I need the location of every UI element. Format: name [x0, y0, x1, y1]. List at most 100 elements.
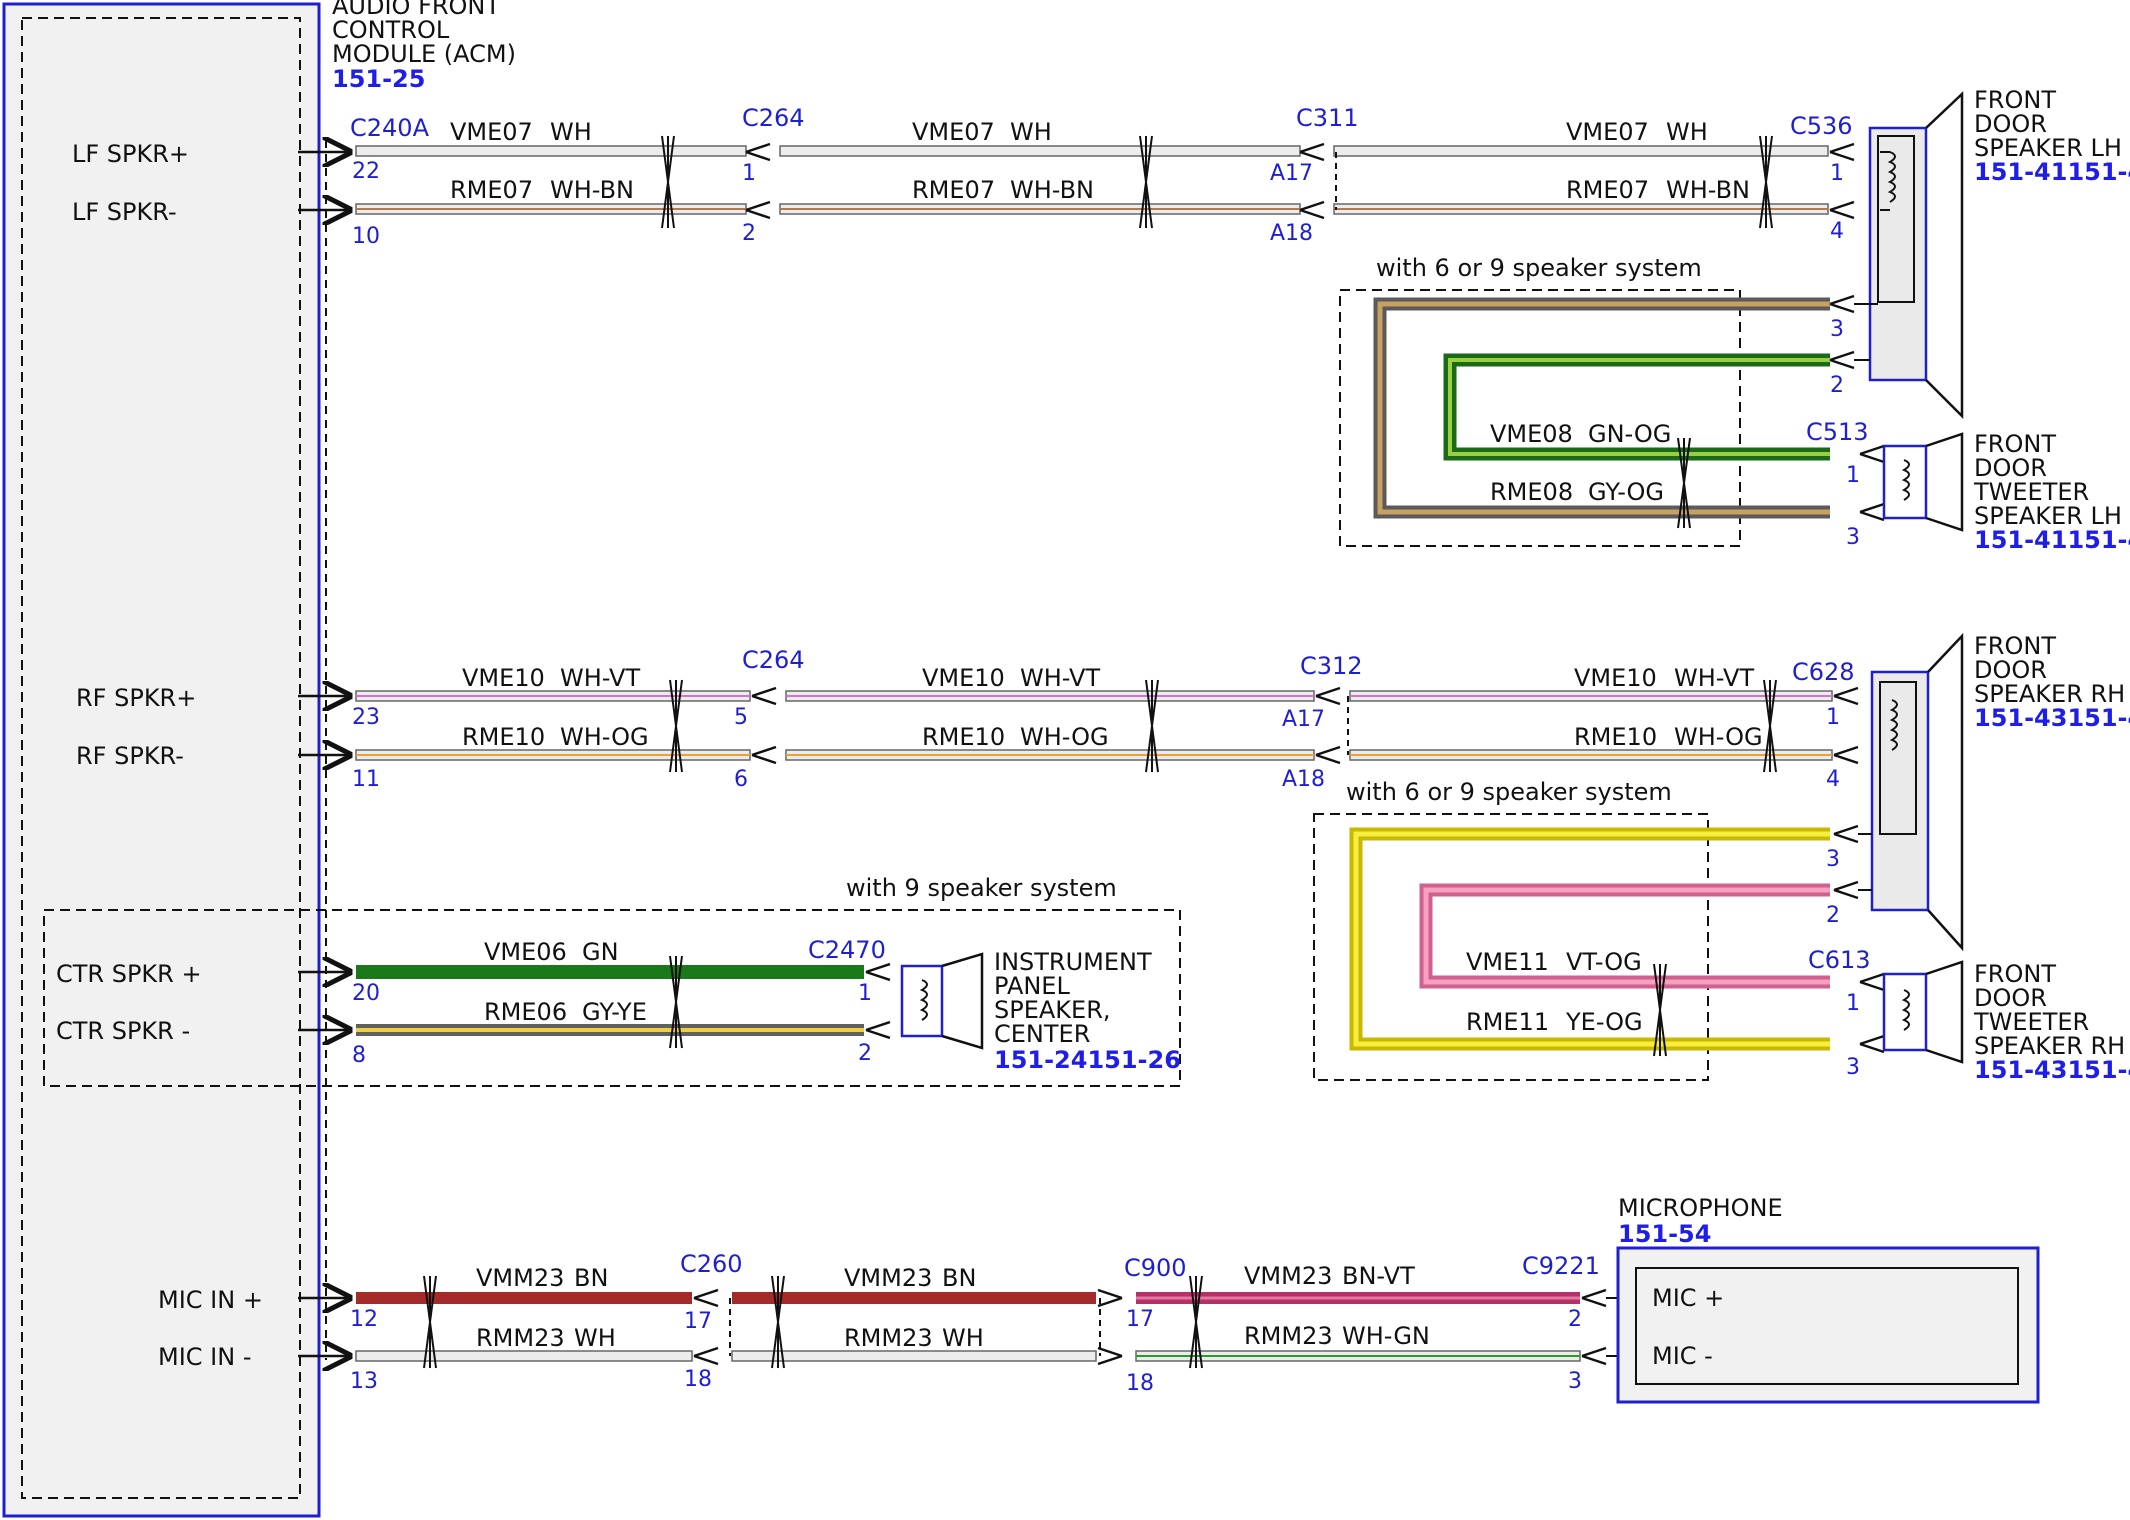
pin-2-rh-spk: 2 [1826, 903, 1840, 928]
conn-c628: C628 [1792, 658, 1855, 686]
wire-whbn-2: WH-BN [1010, 176, 1094, 204]
pin-1-c264: 1 [742, 161, 756, 186]
pin-4-c628: 4 [1826, 767, 1840, 792]
wire-vmm23-2: VMM23 [844, 1264, 932, 1292]
ctr-circuit: 20 8 VME06 GN RME06 GY-YE C2470 1 2 INST… [298, 936, 1181, 1074]
conn-c2470: C2470 [808, 936, 886, 964]
wire-bn-1: BN [574, 1264, 608, 1292]
mic-circuit: 12 13 C260 17 18 C900 17 18 VMM23 BN RMM… [298, 1194, 2040, 1404]
center-ref: 151-24151-26 [994, 1046, 1181, 1074]
conn-c513: C513 [1806, 418, 1869, 446]
pin-18-c260: 18 [684, 1367, 712, 1392]
microphone-ref: 151-54 [1618, 1220, 1711, 1248]
rh-speaker-ref: 151-43151-44 [1974, 704, 2130, 732]
conn-c312: C312 [1300, 652, 1363, 680]
wire-rme10-3: RME10 [1574, 723, 1657, 751]
six-or-nine-note-lh: with 6 or 9 speaker system [1376, 254, 1702, 282]
wire-whgn: WH-GN [1342, 1322, 1430, 1350]
module-title-3: MODULE (ACM) [332, 40, 516, 68]
microphone-title: MICROPHONE [1618, 1194, 1783, 1222]
pin-4-c536: 4 [1830, 219, 1844, 244]
pin-a17-c312: A17 [1282, 707, 1325, 732]
wire-wh-1: WH [550, 118, 592, 146]
pin-13: 13 [350, 1369, 378, 1394]
pin-10: 10 [352, 224, 380, 249]
lh-tweeter-ref: 151-41151-42 [1974, 526, 2130, 554]
pin-3-lh-spk: 3 [1830, 317, 1844, 342]
wire-whog-3: WH-OG [1674, 723, 1763, 751]
wiring-diagram: AUDIO FRONT CONTROL MODULE (ACM) 151-25 … [2, 0, 2130, 1518]
wire-wh-3: WH [1666, 118, 1708, 146]
wire-rme08: RME08 [1490, 478, 1573, 506]
wire-rme07-1: RME07 [450, 176, 533, 204]
pin-17-c260: 17 [684, 1309, 712, 1334]
pin-label-lf-plus: LF SPKR+ [72, 140, 189, 168]
pin-2-lh-spk: 2 [1830, 373, 1844, 398]
pin-8: 8 [352, 1043, 366, 1068]
wire-rme10-1: RME10 [462, 723, 545, 751]
rh-tweeter-ref: 151-43151-44 [1974, 1056, 2130, 1084]
wire-wh-m1: WH [574, 1324, 616, 1352]
wire-whbn-1: WH-BN [550, 176, 634, 204]
wire-vme06: VME06 [484, 938, 567, 966]
pin-3-c513: 3 [1846, 525, 1860, 550]
lh-speaker-ref: 151-41151-42 [1974, 158, 2130, 186]
wire-rmm23-3: RMM23 [1244, 1322, 1333, 1350]
conn-c613: C613 [1808, 946, 1871, 974]
pin-a18-c311: A18 [1270, 221, 1313, 246]
wire-vme07-3: VME07 [1566, 118, 1649, 146]
pin-2-c9221: 2 [1568, 1307, 1582, 1332]
mic-plus-label: MIC + [1652, 1284, 1724, 1312]
pin-5-c264: 5 [734, 705, 748, 730]
rh-speaker: FRONT DOOR SPEAKER RH 151-43151-44 [1870, 632, 2130, 952]
wire-yeog: YE-OG [1565, 1008, 1643, 1036]
pin-2-c264: 2 [742, 221, 756, 246]
wire-whvt-2: WH-VT [1020, 664, 1100, 692]
module-ref: 151-25 [332, 65, 425, 93]
wire-bn-2: BN [942, 1264, 976, 1292]
wire-vme10-3: VME10 [1574, 664, 1657, 692]
conn-c311: C311 [1296, 104, 1359, 132]
pin-label-mic-minus: MIC IN - [158, 1343, 252, 1371]
conn-c264-rf: C264 [742, 646, 805, 674]
wire-vme10-1: VME10 [462, 664, 545, 692]
pin-1-c513: 1 [1846, 463, 1860, 488]
pin-label-rf-plus: RF SPKR+ [76, 684, 196, 712]
wire-gn: GN [582, 938, 619, 966]
pin-label-ctr-plus: CTR SPKR + [56, 960, 202, 988]
pin-1-c536: 1 [1830, 161, 1844, 186]
pin-2-c2470: 2 [858, 1041, 872, 1066]
lf-circuit: C240A 22 10 C264 1 2 C311 A17 A18 VME07 … [298, 104, 1855, 249]
pin-3-c613: 3 [1846, 1055, 1860, 1080]
rf-circuit: 23 11 C264 5 6 C312 A17 A18 VME10 WH-VT … [298, 646, 1859, 792]
conn-c260: C260 [680, 1250, 743, 1278]
wire-gyog: GY-OG [1588, 478, 1664, 506]
wire-vme08: VME08 [1490, 420, 1573, 448]
conn-c240a: C240A [350, 114, 430, 142]
pin-a17-c311: A17 [1270, 161, 1313, 186]
nine-speaker-note: with 9 speaker system [846, 874, 1117, 902]
pin-3-c9221: 3 [1568, 1369, 1582, 1394]
wire-rmm23-2: RMM23 [844, 1324, 933, 1352]
wire-rmm23-1: RMM23 [476, 1324, 565, 1352]
wire-rme11: RME11 [1466, 1008, 1549, 1036]
conn-c9221: C9221 [1522, 1252, 1600, 1280]
lh-speaker: FRONT DOOR SPEAKER LH 151-41151-42 [1868, 86, 2130, 420]
conn-c536: C536 [1790, 112, 1853, 140]
six-or-nine-note-rh: with 6 or 9 speaker system [1346, 778, 1672, 806]
pin-1-c613: 1 [1846, 991, 1860, 1016]
wire-whog-2: WH-OG [1020, 723, 1109, 751]
wire-vmm23-1: VMM23 [476, 1264, 564, 1292]
pin-1-c628: 1 [1826, 705, 1840, 730]
wire-vme11: VME11 [1466, 948, 1549, 976]
conn-c900: C900 [1124, 1254, 1187, 1282]
pin-18-c900: 18 [1126, 1371, 1154, 1396]
wire-whbn-3: WH-BN [1666, 176, 1750, 204]
pin-label-ctr-minus: CTR SPKR - [56, 1017, 190, 1045]
pin-label-lf-minus: LF SPKR- [72, 198, 177, 226]
pin-23: 23 [352, 705, 380, 730]
wire-vmm23-3: VMM23 [1244, 1262, 1332, 1290]
pin-1-c2470: 1 [858, 981, 872, 1006]
pin-11: 11 [352, 767, 380, 792]
wire-wh-m2: WH [942, 1324, 984, 1352]
